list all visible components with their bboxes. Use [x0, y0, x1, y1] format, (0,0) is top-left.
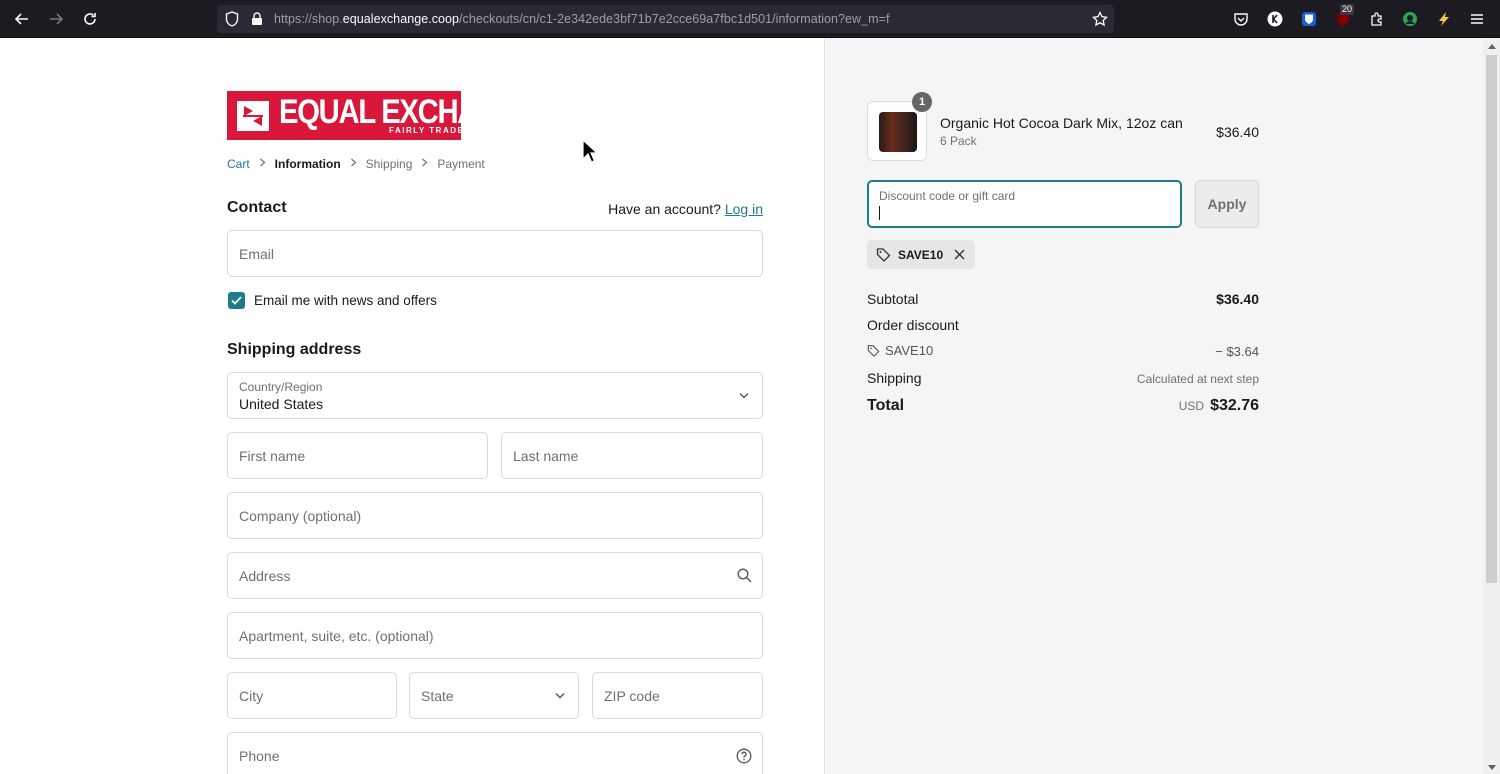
- product-image: [879, 112, 917, 152]
- shipping-value: Calculated at next step: [1136, 372, 1259, 386]
- discount-code-row: SAVE10: [867, 343, 933, 358]
- reload-icon[interactable]: [80, 9, 100, 29]
- chevron-right-icon: [421, 158, 428, 170]
- login-link[interactable]: Log in: [725, 201, 763, 217]
- chevron-right-icon: [350, 158, 357, 170]
- remove-discount-close-icon[interactable]: [953, 248, 966, 261]
- subtotal-label: Subtotal: [867, 291, 919, 307]
- quantity-badge: 1: [912, 92, 932, 112]
- bitwarden-icon[interactable]: [1300, 10, 1318, 28]
- last-name-field[interactable]: Last name: [501, 432, 763, 479]
- product-price: $36.40: [1216, 124, 1259, 140]
- applied-discount-tag: SAVE10: [867, 240, 975, 269]
- product-name: Organic Hot Cocoa Dark Mix, 12oz can: [940, 115, 1183, 131]
- apply-discount-button[interactable]: Apply: [1195, 180, 1259, 228]
- shield-icon[interactable]: [224, 11, 240, 27]
- state-select[interactable]: State: [409, 672, 579, 719]
- zip-field[interactable]: ZIP code: [592, 672, 763, 719]
- store-logo[interactable]: EQUAL EXCHANGE FAIRLY TRADED: [227, 91, 538, 140]
- url-bar[interactable]: https://shop.equalexchange.coop/checkout…: [217, 5, 1114, 33]
- discount-value: − $3.64: [1215, 344, 1259, 359]
- subtotal-value: $36.40: [1216, 291, 1259, 307]
- address-field[interactable]: Address: [227, 552, 763, 599]
- apartment-field[interactable]: Apartment, suite, etc. (optional): [227, 612, 763, 659]
- search-icon: [736, 568, 752, 584]
- chevron-down-icon: [736, 388, 752, 404]
- logo-mark-icon: [237, 101, 269, 131]
- pocket-icon[interactable]: [1232, 10, 1250, 28]
- country-select[interactable]: Country/Region United States: [227, 372, 763, 419]
- breadcrumb-shipping: Shipping: [365, 157, 413, 171]
- email-field[interactable]: Email: [227, 230, 763, 277]
- scroll-up-arrow-icon[interactable]: [1487, 41, 1497, 51]
- help-circle-icon[interactable]: [736, 748, 752, 764]
- contact-heading: Contact: [227, 199, 287, 216]
- ublock-badge: 20: [1340, 4, 1355, 15]
- logo-text: EQUAL EXCHANGE: [279, 93, 538, 131]
- breadcrumb: Cart Information Shipping Payment: [227, 157, 485, 171]
- scrollbar-thumb[interactable]: [1486, 55, 1497, 583]
- city-field[interactable]: City: [227, 672, 397, 719]
- back-icon[interactable]: [12, 9, 32, 29]
- first-name-field[interactable]: First name: [227, 432, 488, 479]
- total-amount: USD $32.76: [1179, 397, 1259, 415]
- tag-icon: [876, 248, 891, 262]
- lock-icon[interactable]: [249, 11, 265, 27]
- chevron-down-icon: [552, 688, 568, 704]
- ublock-icon[interactable]: 20: [1334, 4, 1355, 28]
- mouse-pointer-icon: [582, 139, 598, 163]
- account-prompt: Have an account? Log in: [608, 201, 763, 217]
- order-discount-label: Order discount: [867, 317, 959, 333]
- breadcrumb-payment: Payment: [437, 157, 485, 171]
- tag-icon: [867, 345, 880, 357]
- logo-tagline: FAIRLY TRADED: [389, 126, 472, 135]
- forward-icon[interactable]: [46, 9, 66, 29]
- product-variant: 6 Pack: [940, 134, 977, 148]
- breadcrumb-cart[interactable]: Cart: [227, 157, 250, 171]
- newsletter-checkbox[interactable]: [228, 292, 245, 309]
- k-extension-icon[interactable]: [1266, 10, 1284, 28]
- total-label: Total: [867, 397, 905, 414]
- breadcrumb-information: Information: [274, 157, 341, 171]
- bookmark-star-icon[interactable]: [1092, 11, 1108, 27]
- discount-code-name: SAVE10: [885, 343, 934, 358]
- total-value: $32.76: [1210, 397, 1259, 414]
- browser-toolbar: https://shop.equalexchange.coop/checkout…: [0, 0, 1500, 38]
- phone-field[interactable]: Phone: [227, 732, 763, 774]
- lightning-extension-icon[interactable]: [1435, 10, 1453, 28]
- checkmark-icon: [231, 296, 242, 305]
- chevron-right-icon: [259, 158, 266, 170]
- scroll-down-arrow-icon[interactable]: [1487, 762, 1497, 772]
- menu-hamburger-icon[interactable]: [1468, 10, 1486, 28]
- currency-code: USD: [1178, 399, 1205, 413]
- discount-code-input[interactable]: Discount code or gift card: [867, 180, 1182, 228]
- shipping-address-heading: Shipping address: [227, 341, 362, 358]
- extensions-puzzle-icon[interactable]: [1368, 10, 1386, 28]
- text-caret: [879, 206, 880, 220]
- shipping-label: Shipping: [867, 370, 922, 386]
- company-field[interactable]: Company (optional): [227, 492, 763, 539]
- green-extension-icon[interactable]: [1401, 10, 1419, 28]
- url-text[interactable]: https://shop.equalexchange.coop/checkout…: [274, 12, 889, 26]
- newsletter-label[interactable]: Email me with news and offers: [254, 293, 437, 308]
